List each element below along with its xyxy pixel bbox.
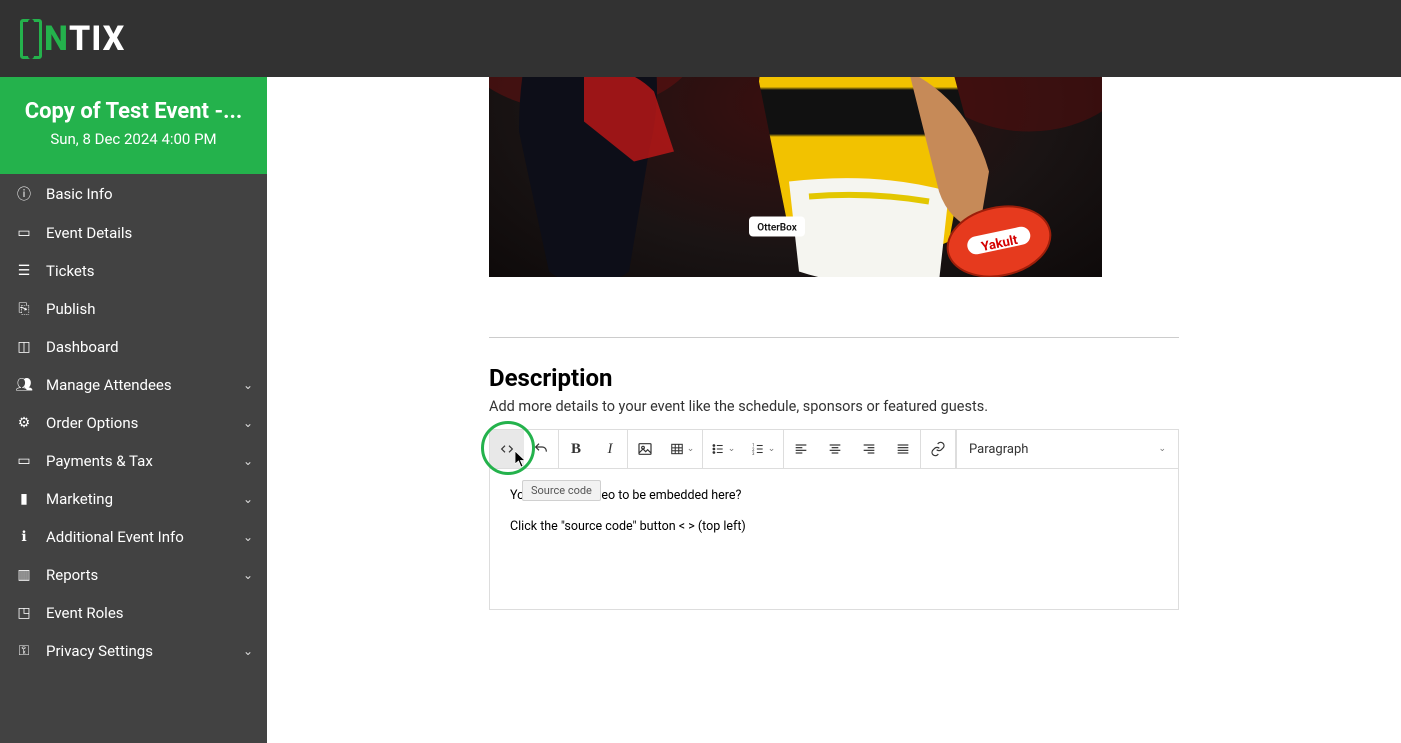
align-left-button[interactable]	[784, 430, 818, 468]
numbered-list-icon: 123	[751, 441, 765, 457]
info-solid-icon: ℹ︎	[14, 529, 34, 545]
main-content: Yakult OtterBox Description Add more det…	[267, 77, 1401, 743]
editor-toolbar: Source code B I	[489, 429, 1179, 469]
sidebar-item-basic-info[interactable]: ⓘ Basic Info	[0, 174, 267, 214]
chat-icon: ▮	[14, 491, 34, 507]
key-icon: ⚿	[14, 643, 34, 659]
bullet-list-button[interactable]: ⌄	[703, 430, 743, 468]
dashboard-icon: ◫	[14, 339, 34, 355]
people-icon: 👥︎	[14, 377, 34, 393]
roles-icon: ◳	[14, 605, 34, 621]
link-button[interactable]	[921, 430, 955, 468]
chevron-down-icon: ⌄	[687, 444, 695, 454]
sidebar-item-label: Publish	[46, 300, 253, 318]
align-justify-icon	[895, 441, 911, 457]
event-header: Copy of Test Event -... Sun, 8 Dec 2024 …	[0, 77, 267, 174]
undo-icon	[533, 441, 549, 457]
info-icon: ⓘ	[14, 184, 34, 204]
chevron-down-icon: ⌄	[768, 444, 776, 454]
sidebar-item-label: Additional Event Info	[46, 528, 243, 546]
sidebar-item-additional-event-info[interactable]: ℹ︎ Additional Event Info ⌄	[0, 518, 267, 556]
italic-button[interactable]: I	[593, 430, 627, 468]
sidebar-item-dashboard[interactable]: ◫ Dashboard	[0, 328, 267, 366]
gear-icon: ⚙	[14, 415, 34, 431]
logo-ticket-icon	[20, 19, 42, 59]
description-heading: Description	[489, 364, 1179, 392]
sidebar-item-label: Basic Info	[46, 185, 253, 203]
sidebar-item-label: Tickets	[46, 262, 253, 280]
sidebar-item-event-details[interactable]: ▭ Event Details	[0, 214, 267, 252]
sidebar-item-label: Reports	[46, 566, 243, 584]
sidebar-item-label: Order Options	[46, 414, 243, 432]
sidebar-item-label: Manage Attendees	[46, 376, 243, 394]
numbered-list-button[interactable]: 123 ⌄	[743, 430, 783, 468]
card-icon: ▭	[14, 453, 34, 469]
chevron-down-icon: ⌄	[243, 454, 253, 468]
logo-part-n: N	[44, 19, 69, 59]
sidebar: Copy of Test Event -... Sun, 8 Dec 2024 …	[0, 77, 267, 743]
sidebar-item-tickets[interactable]: ☰ Tickets	[0, 252, 267, 290]
sidebar-item-label: Event Roles	[46, 604, 253, 622]
chevron-down-icon: ⌄	[243, 416, 253, 430]
sidebar-item-payments-tax[interactable]: ▭ Payments & Tax ⌄	[0, 442, 267, 480]
table-button[interactable]: ⌄	[662, 430, 702, 468]
align-left-icon	[793, 441, 809, 457]
editor-line: You want the video to be embedded here?	[510, 487, 1158, 506]
sidebar-item-privacy-settings[interactable]: ⚿ Privacy Settings ⌄	[0, 632, 267, 670]
section-divider	[489, 337, 1179, 338]
sidebar-item-manage-attendees[interactable]: 👥︎ Manage Attendees ⌄	[0, 366, 267, 404]
sidebar-item-label: Privacy Settings	[46, 642, 243, 660]
svg-text:3: 3	[752, 451, 755, 456]
chevron-down-icon: ⌄	[243, 492, 253, 506]
sidebar-item-label: Payments & Tax	[46, 452, 243, 470]
link-icon	[930, 441, 946, 457]
publish-icon: ⎘	[14, 301, 34, 317]
logo-part-tix: TIX	[69, 19, 125, 59]
chevron-down-icon: ⌄	[243, 644, 253, 658]
logo[interactable]: NTIX	[20, 19, 125, 59]
chevron-down-icon: ⌄	[728, 444, 736, 454]
chevron-down-icon: ⌄	[243, 378, 253, 392]
editor-line: Click the "source code" button < > (top …	[510, 518, 1158, 537]
align-justify-button[interactable]	[886, 430, 920, 468]
description-subtitle: Add more details to your event like the …	[489, 398, 1179, 415]
event-hero-image: Yakult OtterBox	[489, 77, 1102, 277]
event-title: Copy of Test Event -...	[10, 99, 257, 124]
source-code-button[interactable]	[490, 430, 524, 468]
chevron-down-icon: ⌄	[243, 568, 253, 582]
bold-icon: B	[571, 441, 581, 458]
align-center-button[interactable]	[818, 430, 852, 468]
table-icon	[670, 441, 684, 457]
image-icon	[637, 441, 653, 457]
sidebar-item-marketing[interactable]: ▮ Marketing ⌄	[0, 480, 267, 518]
sidebar-item-label: Dashboard	[46, 338, 253, 356]
event-date: Sun, 8 Dec 2024 4:00 PM	[10, 130, 257, 148]
bullet-list-icon	[711, 441, 725, 457]
source-code-tooltip: Source code	[522, 480, 601, 501]
image-button[interactable]	[628, 430, 662, 468]
align-right-icon	[861, 441, 877, 457]
tickets-icon: ☰	[14, 263, 34, 279]
paragraph-format-dropdown[interactable]: Paragraph ⌄	[956, 430, 1178, 468]
sidebar-item-event-roles[interactable]: ◳ Event Roles	[0, 594, 267, 632]
undo-button[interactable]	[524, 430, 558, 468]
svg-text:OtterBox: OtterBox	[757, 223, 797, 234]
sidebar-nav: ⓘ Basic Info ▭ Event Details ☰ Tickets ⎘…	[0, 174, 267, 670]
sidebar-item-reports[interactable]: ▥ Reports ⌄	[0, 556, 267, 594]
topbar: NTIX	[0, 0, 1401, 77]
sidebar-item-publish[interactable]: ⎘ Publish	[0, 290, 267, 328]
code-icon	[499, 441, 515, 457]
chevron-down-icon: ⌄	[1158, 444, 1166, 454]
align-center-icon	[827, 441, 843, 457]
chevron-down-icon: ⌄	[243, 530, 253, 544]
bold-button[interactable]: B	[559, 430, 593, 468]
paragraph-format-label: Paragraph	[969, 442, 1028, 457]
align-right-button[interactable]	[852, 430, 886, 468]
sidebar-item-label: Event Details	[46, 224, 253, 242]
details-icon: ▭	[14, 225, 34, 241]
italic-icon: I	[608, 441, 613, 458]
sidebar-item-order-options[interactable]: ⚙ Order Options ⌄	[0, 404, 267, 442]
bar-chart-icon: ▥	[14, 567, 34, 583]
sidebar-item-label: Marketing	[46, 490, 243, 508]
